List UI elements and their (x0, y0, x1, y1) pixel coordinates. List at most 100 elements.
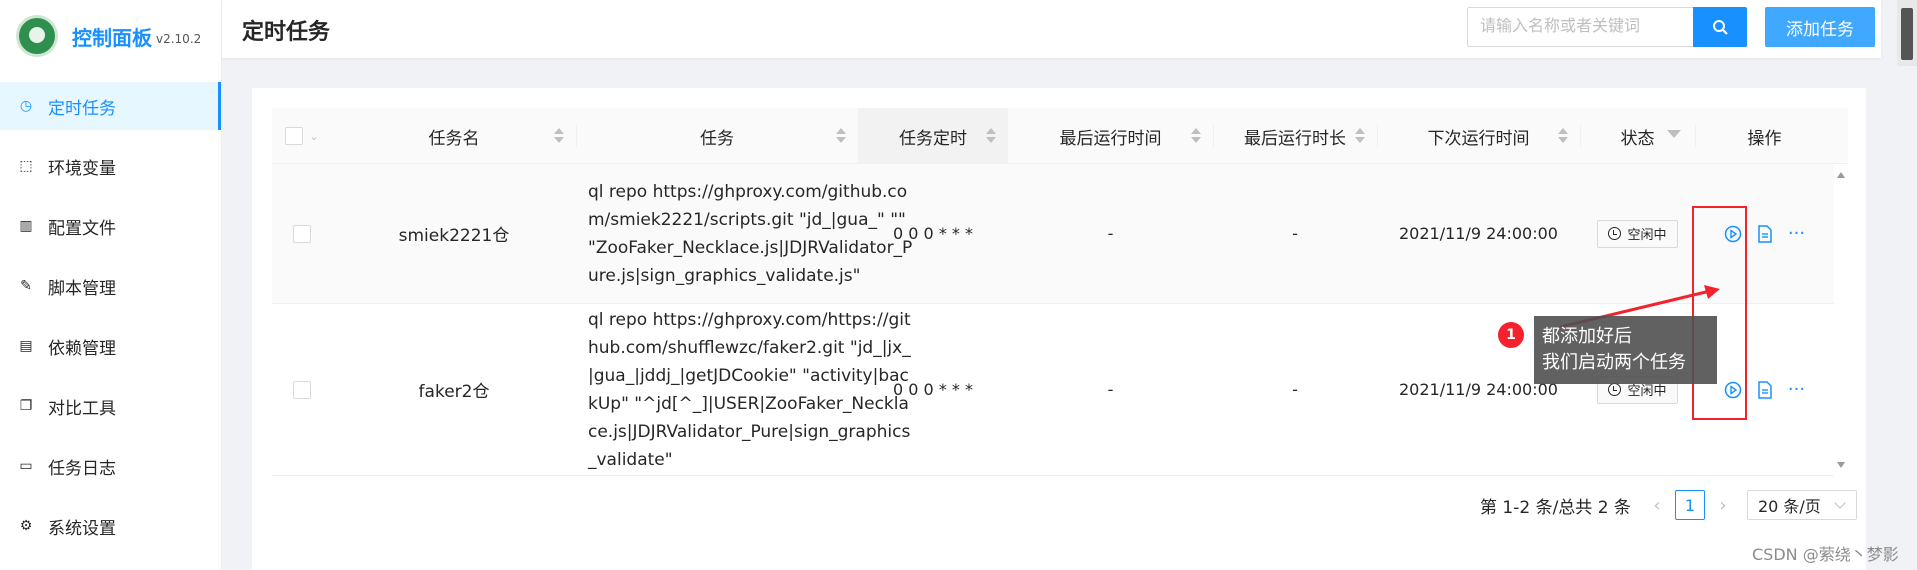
col-last-duration[interactable]: 最后运行时长 (1213, 108, 1377, 164)
sort-icon[interactable] (986, 128, 996, 144)
pagination: 第 1-2 条/总共 2 条 ‹ 1 › 20 条/页 (1480, 490, 1857, 520)
row-select-cell (272, 304, 332, 475)
page-size-select[interactable]: 20 条/页 (1746, 490, 1857, 520)
next-page-icon[interactable]: › (1713, 495, 1733, 516)
col-label: 任务 (700, 128, 734, 149)
table-row: smiek2221仓 ql repo https://ghproxy.com/g… (272, 164, 1848, 304)
status-cell: 空闲中 (1580, 164, 1695, 303)
task-schedule: 0 0 0 * * * (893, 380, 973, 399)
col-name[interactable]: 任务名 (332, 108, 576, 164)
task-last-run: - (1107, 380, 1114, 399)
window-scrollbar[interactable] (1897, 0, 1917, 66)
col-label: 任务名 (428, 128, 480, 149)
more-icon[interactable]: ··· (1786, 223, 1808, 245)
row-checkbox[interactable] (293, 224, 311, 243)
sort-icon[interactable] (554, 128, 564, 144)
col-status[interactable]: 状态 (1580, 108, 1695, 164)
col-schedule[interactable]: 任务定时 (858, 108, 1008, 164)
page-number[interactable]: 1 (1674, 490, 1705, 520)
search-input[interactable] (1467, 7, 1693, 47)
sidebar-item-label: 任务日志 (48, 458, 116, 479)
row-checkbox[interactable] (293, 380, 311, 399)
col-label: 任务定时 (899, 128, 967, 149)
chevron-down-icon[interactable]: ⌄ (309, 130, 318, 143)
col-label: 最后运行时间 (1059, 128, 1162, 149)
table-scrollbar[interactable] (1834, 164, 1848, 476)
sidebar-item-scripts[interactable]: ✎ 脚本管理 (0, 262, 221, 310)
edit-icon: ✎ (20, 278, 32, 294)
sidebar-item-label: 对比工具 (48, 398, 116, 419)
brand-title: 控制面板 (72, 25, 152, 50)
status-badge: 空闲中 (1597, 219, 1678, 248)
gear-icon: ⚙ (19, 518, 33, 534)
logo (16, 15, 58, 57)
filter-icon[interactable] (1667, 130, 1681, 138)
log-file-icon[interactable] (1754, 379, 1776, 401)
pagination-total: 第 1-2 条/总共 2 条 (1480, 497, 1631, 518)
brand-version: v2.10.2 (156, 32, 202, 46)
sort-icon[interactable] (1355, 128, 1365, 144)
sort-icon[interactable] (1191, 128, 1201, 144)
sidebar: 控制面板 v2.10.2 ◷ 定时任务 ⬚ 环境变量 ▥ 配置文件 ✎ 脚本管理… (0, 0, 222, 570)
col-label: 最后运行时长 (1244, 128, 1346, 149)
page-title: 定时任务 (242, 20, 331, 45)
annotation-tooltip: 都添加好后 我们启动两个任务 (1534, 316, 1717, 384)
table-header: ⌄ 任务名 任务 任务定时 最后运行时间 最后运行时长 下次运行时间 状态 操作 (272, 108, 1848, 164)
sidebar-item-label: 依赖管理 (48, 338, 116, 359)
sidebar-item-logs[interactable]: ▭ 任务日志 (0, 442, 221, 490)
diff-file-icon: ❐ (19, 398, 33, 414)
sidebar-item-env[interactable]: ⬚ 环境变量 (0, 142, 221, 190)
prev-page-icon[interactable]: ‹ (1647, 495, 1667, 516)
search-button[interactable] (1693, 7, 1747, 47)
add-task-button[interactable]: 添加任务 (1765, 7, 1875, 47)
watermark: CSDN @萦绕丶梦影 (1752, 545, 1899, 564)
col-actions: 操作 (1695, 108, 1834, 164)
sidebar-menu: ◷ 定时任务 ⬚ 环境变量 ▥ 配置文件 ✎ 脚本管理 ▤ 依赖管理 ❐ 对比工… (0, 82, 221, 550)
dashed-box-icon: ⬚ (19, 158, 33, 174)
more-icon[interactable]: ··· (1786, 379, 1808, 401)
sidebar-item-label: 环境变量 (48, 158, 116, 179)
task-next-run: 2021/11/9 24:00:00 (1399, 224, 1558, 243)
select-all-checkbox[interactable] (285, 127, 304, 145)
task-last-run: - (1107, 224, 1114, 243)
step-badge: 1 (1498, 322, 1524, 348)
sidebar-item-deps[interactable]: ▤ 依赖管理 (0, 322, 221, 370)
col-label: 操作 (1747, 128, 1782, 149)
sidebar-item-diff[interactable]: ❐ 对比工具 (0, 382, 221, 430)
sort-icon[interactable] (1558, 128, 1568, 144)
folder-icon: ▭ (19, 458, 33, 474)
task-last-duration: - (1292, 224, 1298, 243)
annotation-line: 都添加好后 (1542, 326, 1632, 347)
search-icon (1713, 20, 1728, 35)
task-name: smiek2221仓 (398, 226, 510, 246)
log-file-icon[interactable] (1754, 223, 1776, 245)
task-last-duration: - (1292, 380, 1298, 399)
clock-icon (1608, 227, 1622, 240)
sidebar-item-settings[interactable]: ⚙ 系统设置 (0, 502, 221, 550)
sidebar-item-cron[interactable]: ◷ 定时任务 (0, 82, 221, 130)
page-size-label: 20 条/页 (1757, 497, 1821, 516)
col-label: 下次运行时间 (1427, 128, 1530, 149)
header: 定时任务 添加任务 (222, 0, 1881, 58)
col-next-run[interactable]: 下次运行时间 (1377, 108, 1580, 164)
col-last-run[interactable]: 最后运行时间 (1008, 108, 1213, 164)
sidebar-item-label: 配置文件 (48, 218, 116, 239)
sidebar-item-config[interactable]: ▥ 配置文件 (0, 202, 221, 250)
task-name: faker2仓 (418, 382, 490, 402)
sidebar-item-label: 定时任务 (48, 98, 116, 119)
status-text: 空闲中 (1627, 228, 1667, 243)
select-all-cell: ⌄ (272, 108, 332, 164)
clock-icon (1608, 383, 1622, 396)
task-schedule: 0 0 0 * * * (893, 224, 973, 243)
row-select-cell (272, 164, 332, 303)
clock-icon: ◷ (19, 98, 33, 114)
sort-icon[interactable] (836, 128, 846, 144)
col-label: 状态 (1620, 128, 1655, 149)
chevron-down-icon (1834, 497, 1846, 509)
col-command[interactable]: 任务 (576, 108, 858, 164)
sidebar-item-label: 脚本管理 (48, 278, 116, 299)
sidebar-item-label: 系统设置 (48, 518, 116, 539)
annotation-line: 我们启动两个任务 (1542, 352, 1686, 373)
list-box-icon: ▤ (19, 338, 33, 354)
chart-box-icon: ▥ (19, 218, 33, 234)
